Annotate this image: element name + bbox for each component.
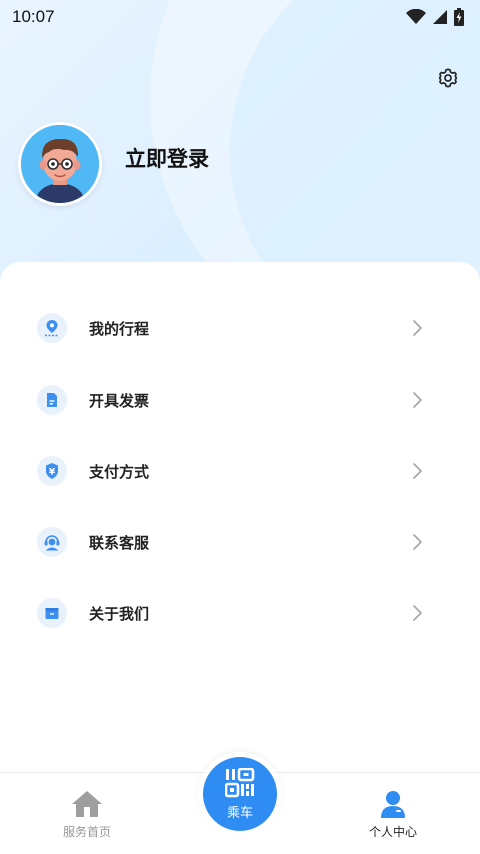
tab-home[interactable]: 服务首页 [32,789,142,840]
ride-button-label: 乘车 [226,805,253,821]
status-time: 10:07 [12,7,55,26]
avatar[interactable] [18,122,102,206]
ride-button-inner[interactable]: 乘车 [203,757,277,831]
menu-item-my-trips[interactable]: 我的行程 [0,298,480,358]
status-icons [406,8,464,26]
ride-button[interactable]: 乘车 [198,752,282,836]
menu-item-invoice[interactable]: 开具发票 [0,370,480,430]
settings-button[interactable] [434,64,462,92]
chevron-right-icon [413,534,422,550]
menu-item-about-us[interactable]: 关于我们 [0,583,480,643]
home-icon [72,791,102,817]
yuan-shield-icon: ¥ [37,456,67,486]
menu-item-customer-service[interactable]: 联系客服 [0,512,480,572]
svg-text:¥: ¥ [49,468,56,478]
menu-item-label: 我的行程 [89,319,150,338]
tab-profile[interactable]: 个人中心 [338,789,448,840]
menu-item-payment[interactable]: ¥ 支付方式 [0,441,480,501]
tab-home-label: 服务首页 [62,825,111,839]
menu-item-label: 关于我们 [89,604,150,623]
person-icon [381,791,405,818]
chevron-right-icon [413,320,422,336]
login-link[interactable]: 立即登录 [125,143,209,173]
wifi-icon [406,9,426,24]
menu-item-label: 联系客服 [89,533,150,552]
tab-profile-label: 个人中心 [368,825,417,839]
gear-icon [438,68,458,88]
qr-code-icon [225,767,255,797]
invoice-icon [37,385,67,415]
menu-item-label: 支付方式 [89,462,150,481]
cell-signal-icon [433,10,447,24]
box-icon [37,598,67,628]
status-bar: 10:07 [0,0,480,34]
menu-card: 我的行程 开具发票 ¥ 支付方式 联系客服 关于我们 [0,262,480,782]
location-pin-icon [37,313,67,343]
chevron-right-icon [413,463,422,479]
user-avatar-icon [21,125,99,203]
chevron-right-icon [413,605,422,621]
battery-icon [454,8,464,26]
headset-agent-icon [37,527,67,557]
menu-item-label: 开具发票 [89,391,150,410]
chevron-right-icon [413,392,422,408]
